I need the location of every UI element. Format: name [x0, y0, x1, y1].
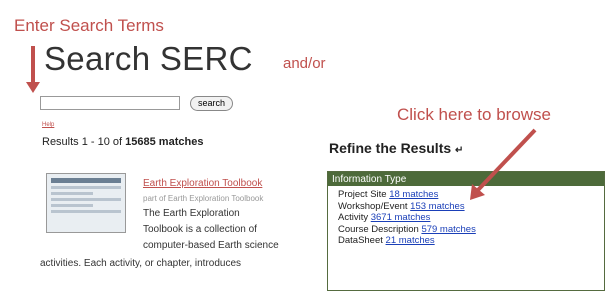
refine-heading: Refine the Results ↵ — [329, 140, 463, 156]
refine-item-project-site: Project Site 18 matches — [328, 189, 604, 201]
refine-item-activity: Activity 3671 matches — [328, 212, 604, 224]
refine-item-label: Activity — [338, 212, 369, 223]
annotation-and-or: and/or — [283, 55, 326, 72]
refine-item-label: DataSheet — [338, 235, 383, 246]
help-link[interactable]: Help — [42, 122, 54, 128]
refine-item-label: Workshop/Event — [338, 200, 408, 212]
refine-item-link[interactable]: 21 matches — [386, 235, 435, 246]
refine-item-workshop-event: Workshop/Event 153 matches — [328, 201, 604, 213]
refine-item-label: Course Description — [338, 223, 419, 235]
result-description-line: The Earth Exploration — [143, 208, 240, 219]
thumbnail-line — [51, 198, 121, 201]
thumbnail-line — [51, 204, 93, 207]
thumbnail-line — [51, 210, 121, 213]
result-description-line: activities. Each activity, or chapter, i… — [40, 258, 242, 269]
results-count-total: 15685 matches — [125, 136, 204, 148]
result-title-link[interactable]: Earth Exploration Toolbook — [143, 178, 262, 189]
thumbnail-line — [51, 192, 93, 195]
annotation-click-to-browse: Click here to browse — [397, 105, 552, 124]
down-arrow-icon — [26, 46, 40, 93]
result-subtitle: part of Earth Exploration Toolbook — [143, 194, 264, 203]
refine-group-header: Information Type — [328, 172, 604, 186]
return-arrow-icon: ↵ — [455, 145, 464, 156]
refine-heading-label: Refine the Results — [329, 140, 452, 156]
refine-item-label: Project Site — [338, 189, 387, 200]
refine-item-link[interactable]: 3671 matches — [371, 212, 431, 223]
refine-item-link[interactable]: 579 matches — [421, 224, 475, 235]
page-title: Search SERC — [44, 40, 253, 77]
results-count-prefix: Results 1 - 10 of — [42, 136, 126, 148]
refine-item-datasheet: DataSheet 21 matches — [328, 235, 604, 247]
result-thumbnail[interactable] — [46, 173, 126, 233]
annotation-enter-search-terms: Enter Search Terms — [14, 16, 164, 35]
result-description-line: Toolbook is a collection of — [143, 224, 257, 235]
refine-item-link[interactable]: 153 matches — [410, 201, 464, 212]
refine-panel: Information Type Project Site 18 matches… — [327, 171, 605, 291]
result-description-line: computer-based Earth science — [143, 240, 279, 251]
thumbnail-line — [51, 186, 121, 189]
results-count: Results 1 - 10 of 15685 matches — [42, 136, 203, 148]
refine-item-link[interactable]: 18 matches — [389, 189, 438, 200]
search-button[interactable]: search — [190, 96, 234, 111]
search-input[interactable] — [40, 96, 180, 110]
refine-item-course-description: Course Description 579 matches — [328, 224, 604, 236]
thumbnail-header-bar — [51, 178, 121, 183]
